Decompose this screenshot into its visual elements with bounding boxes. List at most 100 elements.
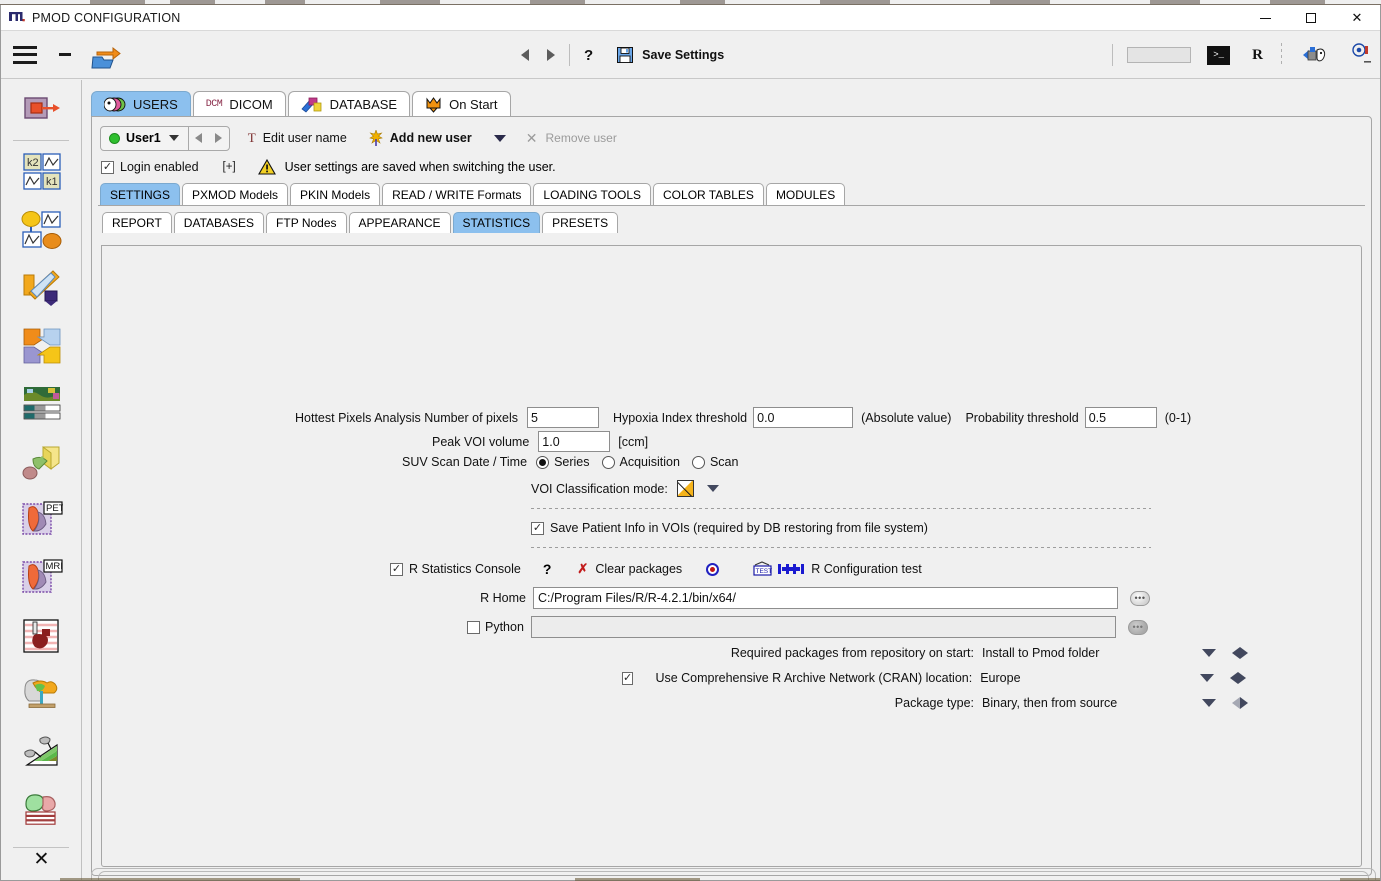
red-x-icon[interactable]: ✗ — [577, 561, 588, 577]
python-browse-button[interactable]: ••• — [1127, 619, 1148, 635]
r-statistics-console-checkbox[interactable]: ✓ — [390, 562, 403, 576]
minimize-button[interactable] — [1242, 5, 1288, 31]
cran-location-checkbox[interactable]: ✓ — [622, 671, 634, 685]
suv-option-scan[interactable]: Scan — [691, 455, 738, 469]
tab-color-tables[interactable]: COLOR TABLES — [653, 183, 764, 205]
cran-location-dropdown-icon[interactable] — [1200, 674, 1215, 682]
tab-databases[interactable]: DATABASES — [173, 212, 265, 233]
tab-report[interactable]: REPORT — [102, 212, 172, 233]
login-enabled-checkbox[interactable]: ✓ — [101, 160, 114, 174]
tab-presets[interactable]: PRESETS — [542, 212, 619, 233]
sidebar-item-fusion[interactable] — [1, 317, 82, 375]
suv-radio-acquisition[interactable] — [601, 455, 615, 469]
cran-location-value[interactable]: Europe — [980, 671, 1200, 685]
package-type-dropdown-icon[interactable] — [1202, 699, 1216, 707]
test-tube-icon[interactable]: TEST — [751, 561, 775, 577]
sidebar-item-io[interactable] — [1, 80, 82, 138]
tab-report-label: REPORT — [112, 216, 162, 230]
peak-voi-input[interactable] — [538, 431, 611, 452]
minus-icon[interactable] — [59, 53, 71, 56]
python-checkbox[interactable] — [467, 620, 480, 634]
cran-location-next-button[interactable] — [1238, 672, 1247, 684]
user-combobox[interactable]: User1 — [100, 125, 230, 151]
hamburger-menu-icon[interactable] — [13, 45, 37, 64]
tab-loading-tools[interactable]: LOADING TOOLS — [533, 183, 652, 205]
target-dot-icon[interactable] — [706, 562, 720, 576]
user-next-button[interactable] — [209, 126, 229, 151]
tab-settings[interactable]: SETTINGS — [100, 183, 181, 205]
tab-dicom[interactable]: DCM DICOM — [192, 91, 286, 117]
tab-on-start[interactable]: On Start — [412, 91, 511, 117]
remove-user-button[interactable]: ✕ Remove user — [526, 130, 617, 147]
suv-radio-series[interactable] — [536, 455, 550, 469]
chevron-down-icon[interactable] — [168, 135, 179, 141]
suv-option-series[interactable]: Series — [536, 455, 590, 469]
help-button[interactable]: ? — [584, 47, 593, 64]
on-start-icon — [425, 96, 442, 113]
terminal-icon[interactable]: >_ — [1207, 45, 1231, 65]
sidebar-item-pxmod[interactable] — [1, 259, 82, 317]
cran-location-prev-button[interactable] — [1230, 672, 1239, 684]
tab-pkin-models[interactable]: PKIN Models — [290, 183, 381, 205]
close-button[interactable]: ✕ — [1334, 5, 1380, 31]
search-input[interactable] — [1127, 47, 1192, 63]
save-patient-info-checkbox[interactable]: ✓ — [531, 521, 544, 535]
clear-packages-button[interactable]: Clear packages — [595, 562, 682, 576]
open-folder-arrow-icon[interactable] — [91, 41, 121, 69]
sidebar-item-view[interactable] — [1, 375, 82, 433]
sidebar-item-neuro[interactable] — [1, 665, 82, 723]
r-home-browse-button[interactable]: ••• — [1130, 590, 1150, 606]
r-help-button[interactable]: ? — [543, 561, 552, 577]
expand-toggle[interactable]: [+] — [223, 161, 236, 173]
probability-threshold-input[interactable] — [1084, 407, 1157, 428]
edit-user-name-button[interactable]: T Edit user name — [248, 130, 347, 146]
save-settings-button[interactable]: Save Settings — [642, 48, 724, 62]
warning-triangle-icon — [257, 159, 276, 175]
r-home-input[interactable] — [533, 587, 1118, 609]
required-packages-value[interactable]: Install to Pmod folder — [982, 646, 1202, 660]
user-prev-button[interactable] — [189, 126, 209, 151]
tab-appearance[interactable]: APPEARANCE — [348, 212, 451, 233]
bug-report-icon[interactable] — [1300, 44, 1328, 66]
edit-user-name-label: Edit user name — [262, 131, 347, 145]
r-configuration-test-button[interactable]: R Configuration test — [811, 562, 921, 576]
nav-prev-button[interactable] — [521, 49, 529, 61]
sidebar-item-pet-cardiac[interactable]: PET — [1, 491, 82, 549]
hypoxia-threshold-input[interactable] — [753, 407, 854, 428]
sidebar-close-button[interactable]: ✕ — [1, 843, 82, 875]
add-new-user-button[interactable]: Add new user — [368, 130, 472, 146]
tab-ftp-nodes[interactable]: FTP Nodes — [266, 212, 347, 233]
suv-radio-scan[interactable] — [691, 455, 705, 469]
maximize-button[interactable] — [1288, 5, 1334, 31]
nav-next-button[interactable] — [547, 49, 555, 61]
required-packages-prev-button[interactable] — [1232, 647, 1240, 659]
voi-classification-dropdown-icon[interactable] — [706, 485, 719, 492]
color-swatch-icon[interactable] — [676, 480, 694, 497]
required-packages-next-button[interactable] — [1240, 647, 1248, 659]
tab-read-write-formats[interactable]: READ / WRITE Formats — [382, 183, 532, 205]
package-type-prev-button[interactable] — [1232, 697, 1240, 709]
sidebar-item-segmentation[interactable] — [1, 723, 82, 781]
r-console-icon[interactable]: R — [1252, 47, 1263, 64]
tab-users[interactable]: USERS — [91, 91, 191, 117]
screenshot-camera-icon[interactable] — [1350, 43, 1372, 67]
tab-database[interactable]: DATABASE — [287, 91, 411, 117]
sidebar-item-3d[interactable] — [1, 433, 82, 491]
sidebar-item-perfusion[interactable] — [1, 607, 82, 665]
tab-statistics[interactable]: STATISTICS — [452, 212, 541, 233]
sidebar-item-mri-cardiac[interactable]: MRI — [1, 549, 82, 607]
sidebar-item-pkin[interactable] — [1, 201, 82, 259]
suv-option-acquisition[interactable]: Acquisition — [601, 455, 680, 469]
tab-modules[interactable]: MODULES — [765, 183, 846, 205]
sidebar-item-kinetic[interactable]: k2 k1 — [1, 143, 82, 201]
configuration-bar-icon[interactable] — [778, 562, 805, 576]
python-input[interactable] — [530, 616, 1116, 638]
package-type-value[interactable]: Binary, then from source — [982, 696, 1202, 710]
add-user-dropdown-icon[interactable] — [493, 134, 506, 142]
package-type-next-button[interactable] — [1240, 697, 1248, 709]
hottest-pixels-input[interactable] — [527, 407, 600, 428]
floppy-disk-icon[interactable] — [617, 47, 634, 63]
required-packages-dropdown-icon[interactable] — [1202, 649, 1216, 657]
sidebar-item-atlas[interactable] — [1, 781, 82, 839]
tab-pxmod-models[interactable]: PXMOD Models — [182, 183, 289, 205]
